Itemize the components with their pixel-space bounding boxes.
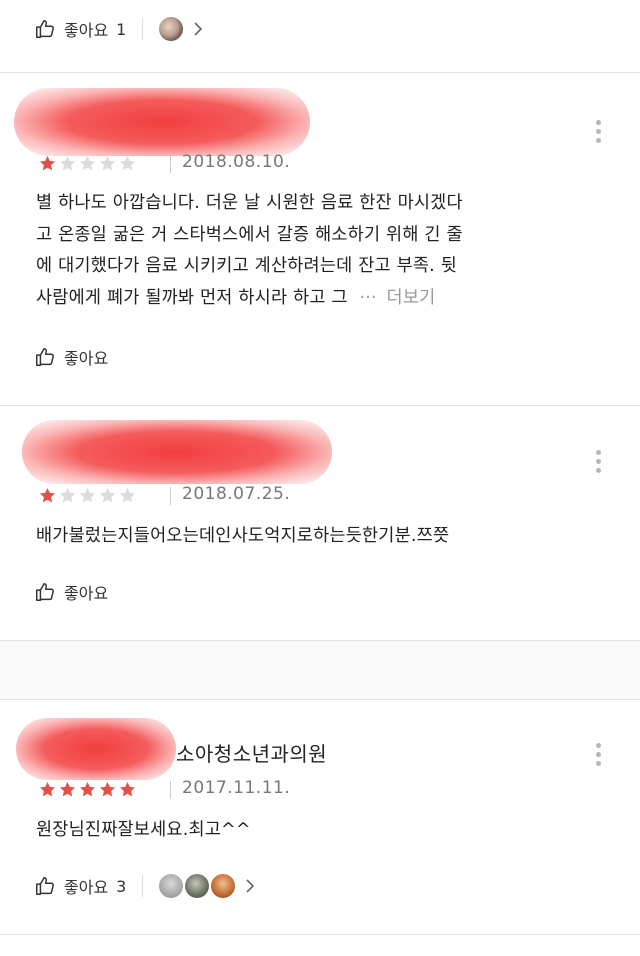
star-icon [39,155,56,171]
review-date: 2017.11.11. [182,778,291,798]
star-icon [39,781,56,797]
review-text: 원장님진짜잘보세요.최고^^ [36,815,616,847]
like-row: 좋아요 [34,580,108,604]
like-label[interactable]: 좋아요 [64,345,108,369]
chevron-right-icon[interactable] [193,22,203,36]
review-text: 배가불렀는지들어오는데인사도억지로하는듯한기분.쯔쯧 [36,521,616,553]
review-date: 2018.07.25. [182,484,291,504]
more-vert-icon[interactable] [596,120,602,147]
separator [142,18,144,40]
separator [142,875,144,897]
star-icon [99,487,116,503]
divider [0,72,640,73]
redacted-reviewer-name [14,88,310,156]
star-icon [119,155,136,171]
liker-avatar[interactable] [211,874,236,898]
more-vert-icon[interactable] [596,743,602,770]
like-count: 1 [116,19,127,39]
star-icon [79,487,96,503]
like-label[interactable]: 좋아요 [64,17,108,41]
divider [0,699,640,700]
star-icon [99,781,116,797]
top-like-row: 좋아요 1 [34,17,203,41]
review-text: 별 하나도 아깝습니다. 더운 날 시원한 음료 한잔 마시겠다 고 온종일 굶… [36,188,616,314]
date-separator [170,781,171,799]
thumbs-up-icon[interactable] [34,18,56,40]
date-separator [170,487,171,505]
redacted-reviewer-name [16,718,176,780]
like-label[interactable]: 좋아요 [64,580,108,604]
star-icon [99,155,116,171]
rating-stars [38,486,138,505]
reviewer-name: 소아청소년과의원 [176,742,328,766]
rating-stars [38,780,138,799]
review-line: 별 하나도 아깝습니다. 더운 날 시원한 음료 한잔 마시겠다 [36,193,463,213]
liker-avatar[interactable] [159,17,184,41]
review-line: 원장님진짜잘보세요.최고^^ [36,820,251,840]
review-line: 배가불렀는지들어오는데인사도억지로하는듯한기분.쯔쯧 [36,526,450,546]
like-row: 좋아요 [34,345,108,369]
more-vert-icon[interactable] [596,450,602,477]
thumbs-up-icon[interactable] [34,875,56,897]
star-icon [59,781,76,797]
thumbs-up-icon[interactable] [34,581,56,603]
rating-stars [38,154,138,173]
star-icon [119,781,136,797]
redacted-reviewer-name [22,420,332,484]
star-icon [119,487,136,503]
review-line-last: 사람에게 폐가 될까봐 먼저 하시라 하고 그 ··· 더보기 [36,283,616,315]
divider [0,405,640,406]
star-icon [59,487,76,503]
review-line: 에 대기했다가 음료 시키키고 계산하려는데 잔고 부족. 뒷 [36,256,458,276]
star-icon [79,781,96,797]
divider [0,934,640,935]
thumbs-up-icon[interactable] [34,346,56,368]
like-row: 좋아요 3 [34,874,255,898]
date-separator [170,155,171,173]
review-line: 고 온종일 굶은 거 스타벅스에서 갈증 해소하기 위해 긴 줄 [36,224,463,245]
review-date: 2018.08.10. [182,152,291,172]
star-icon [59,155,76,171]
more-link[interactable]: 더보기 [387,288,436,308]
like-count: 3 [116,876,127,896]
liker-avatar[interactable] [185,874,210,898]
review-line: 사람에게 폐가 될까봐 먼저 하시라 하고 그 [36,287,348,308]
ellipsis: ··· [359,287,377,308]
star-icon [39,487,56,503]
section-gap [0,641,640,699]
liker-avatar[interactable] [159,874,184,898]
star-icon [79,155,96,171]
like-label[interactable]: 좋아요 [64,874,108,898]
chevron-right-icon[interactable] [245,879,255,893]
